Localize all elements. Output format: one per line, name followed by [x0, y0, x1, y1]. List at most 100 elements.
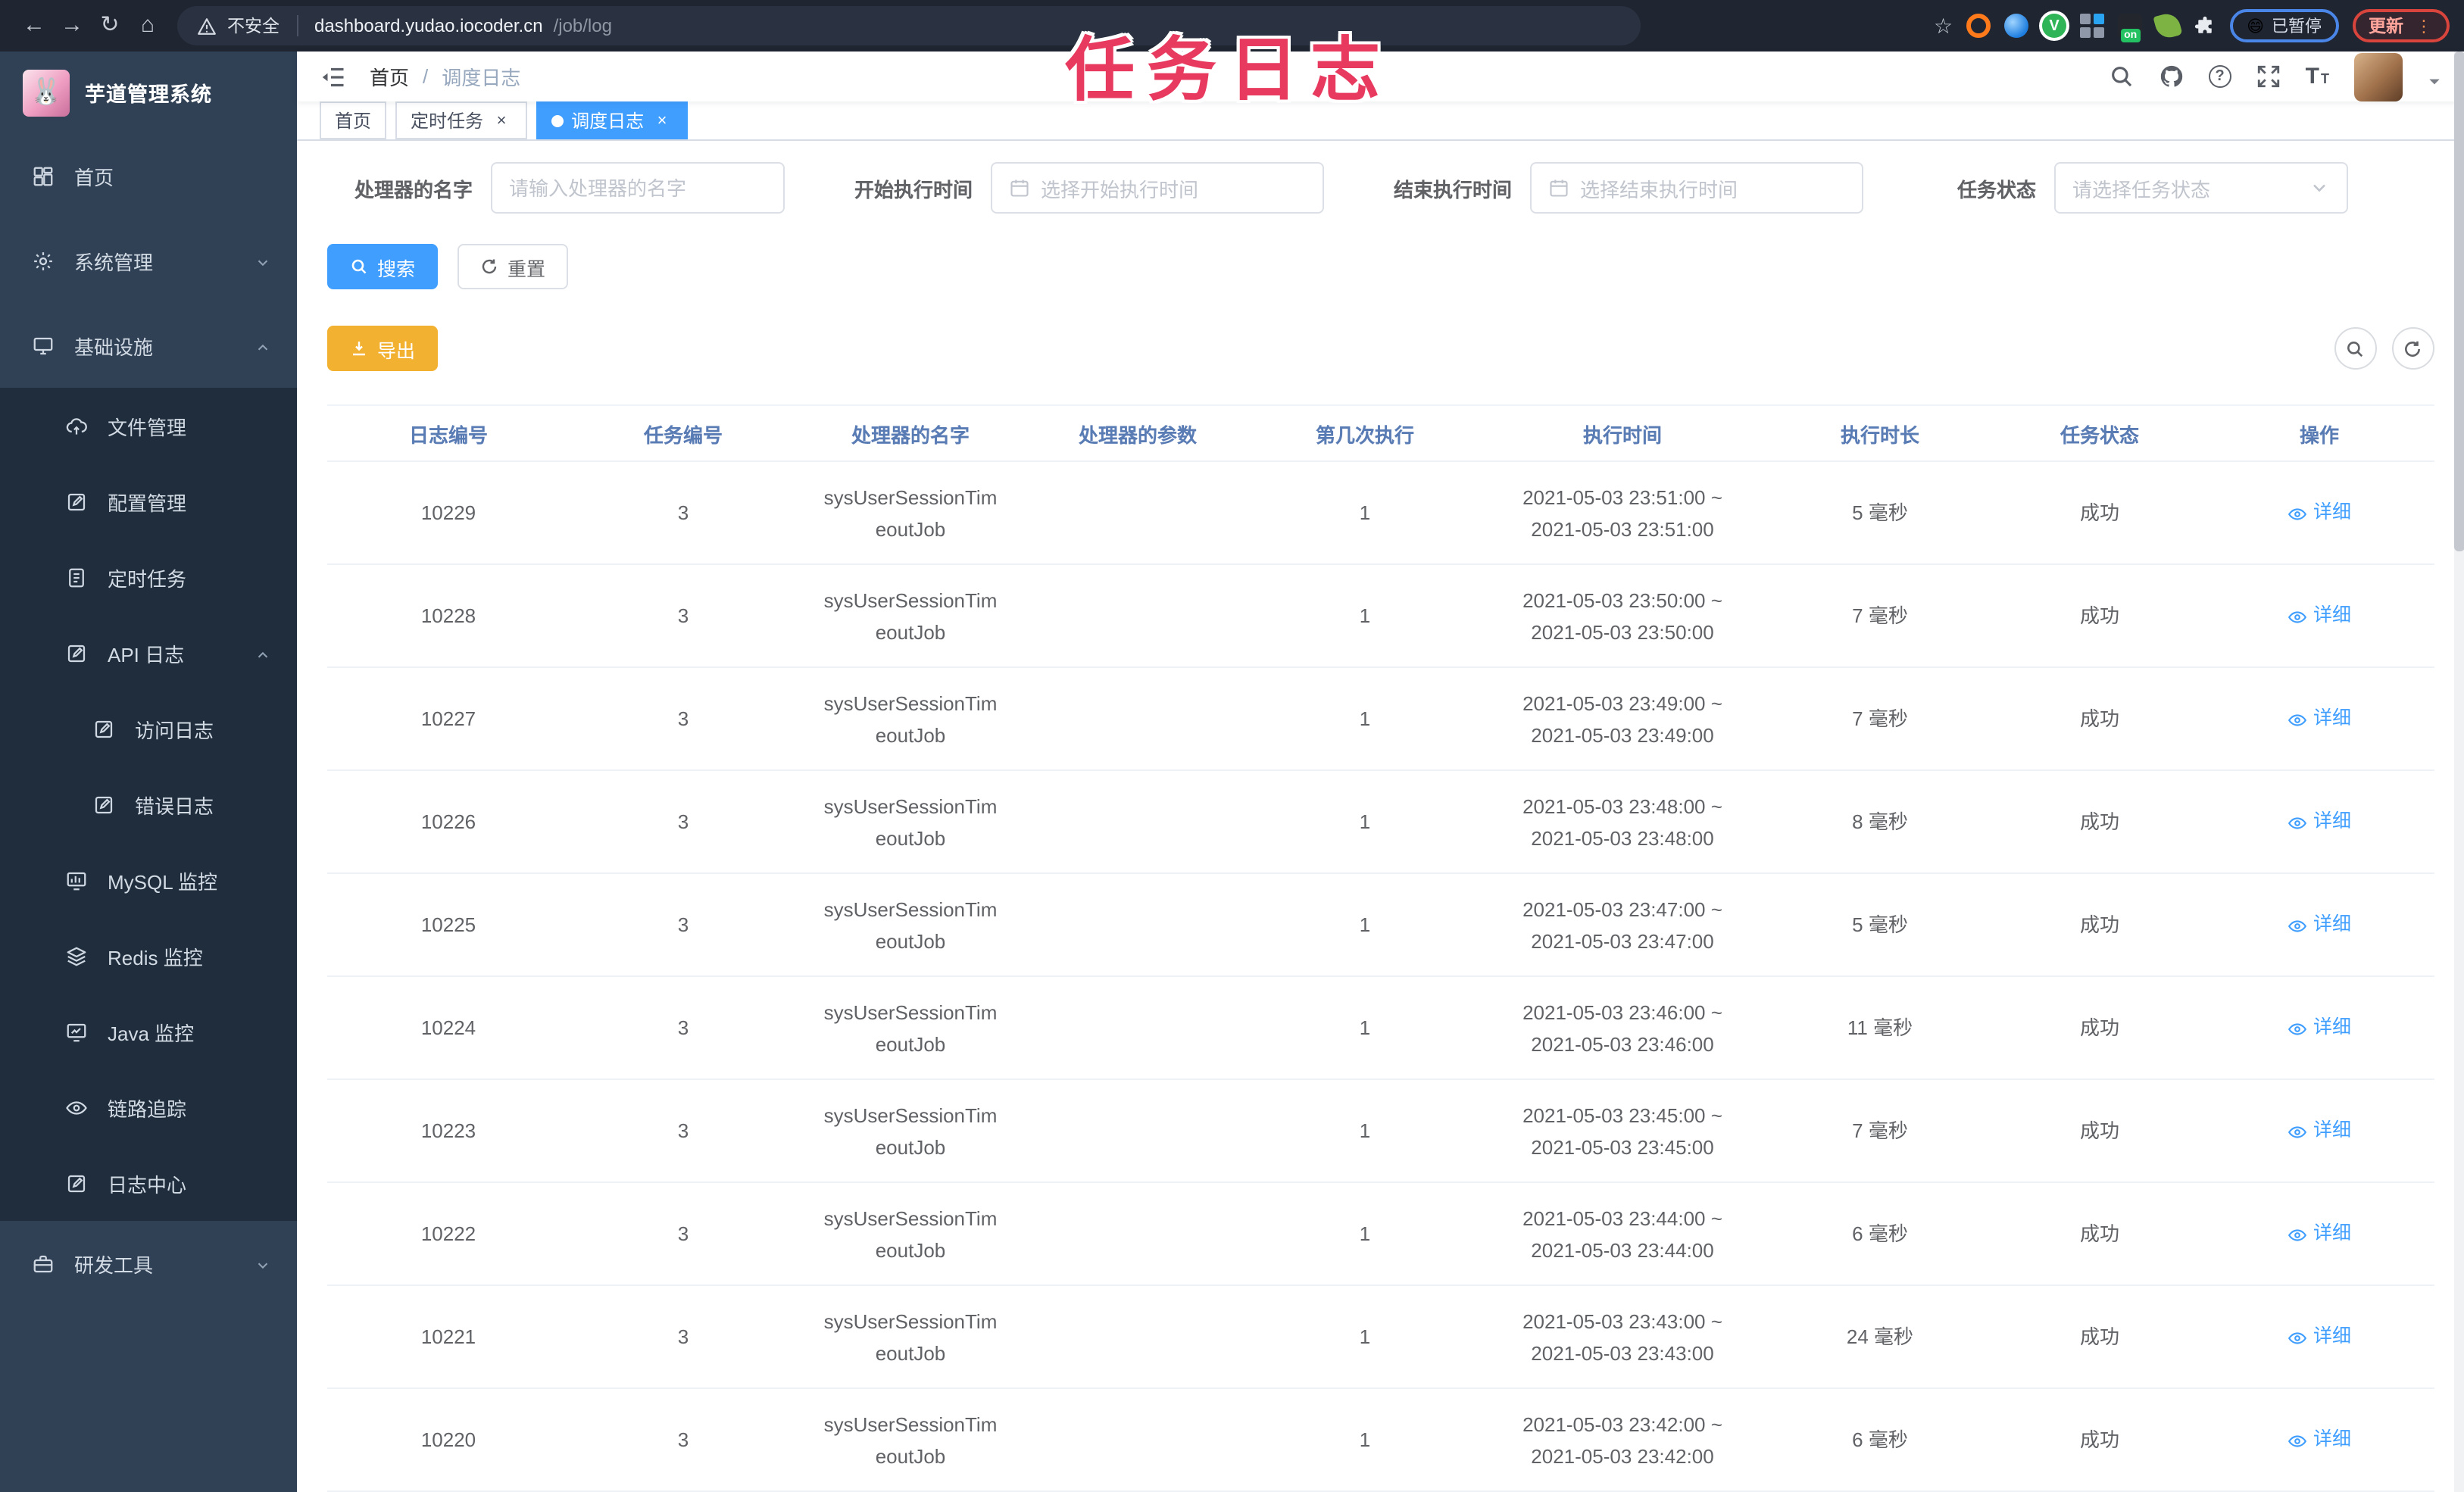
browser-forward-button[interactable]: → — [53, 0, 91, 52]
browser-back-button[interactable]: ← — [15, 0, 53, 52]
extension-green-v-icon[interactable]: V — [2042, 14, 2067, 38]
cell-line: 2021-05-03 23:45:00 ~ — [1522, 1103, 1722, 1126]
sidebar-item-infra[interactable]: 基础设施 — [0, 303, 297, 388]
begin-time-input[interactable]: 选择开始执行时间 — [991, 162, 1324, 214]
cell-line: 2021-05-03 23:49:00 ~ — [1522, 691, 1722, 714]
sidebar-item-api-log[interactable]: API 日志 — [0, 615, 297, 691]
detail-link-label: 详细 — [2313, 1016, 2351, 1038]
sidebar-fold-icon[interactable] — [320, 63, 347, 90]
toggle-search-button[interactable] — [2334, 327, 2376, 370]
table-header-row: 日志编号 任务编号 处理器的名字 处理器的参数 第几次执行 执行时间 执行时长 任务状态 操作 — [327, 406, 2434, 462]
user-avatar[interactable] — [2353, 52, 2402, 101]
cell-execute-time: 2021-05-03 23:43:00 ~ 2021-05-03 23:43:00 — [1479, 1286, 1766, 1387]
sidebar-item-file[interactable]: 文件管理 — [0, 388, 297, 464]
tab-job-log[interactable]: 调度日志 × — [536, 101, 689, 139]
extensions-puzzle-icon[interactable] — [2194, 14, 2216, 37]
reset-button[interactable]: 重置 — [458, 244, 569, 289]
cell-status: 成功 — [1994, 1183, 2206, 1284]
screenshot-stage: ← → ↻ ⌂ 不安全 dashboard.yudao.iocoder.cn/j… — [0, 0, 2464, 1492]
table-row: 10221 3 sysUserSessionTim eoutJob 1 2021-05-0… — [327, 1286, 2434, 1389]
sidebar-item-error-log[interactable]: 错误日志 — [0, 766, 297, 842]
cell-line: 6 毫秒 — [1852, 1428, 1908, 1451]
refresh-table-button[interactable] — [2391, 327, 2434, 370]
sidebar-item-system[interactable]: 系统管理 — [0, 218, 297, 303]
detail-link[interactable]: 详细 — [2288, 909, 2351, 941]
breadcrumb-home[interactable]: 首页 — [370, 62, 409, 91]
github-icon[interactable] — [2159, 64, 2184, 89]
cell-handler-param — [1024, 1286, 1251, 1387]
extension-on-badge-icon[interactable]: on — [2118, 14, 2143, 42]
column-header-7: 任务状态 — [2060, 423, 2139, 446]
browser-reload-button[interactable]: ↻ — [91, 0, 129, 52]
close-tab-icon[interactable]: × — [651, 110, 673, 131]
detail-link[interactable]: 详细 — [2288, 497, 2351, 529]
cell-duration: 11 毫秒 — [1766, 977, 1994, 1078]
dashboard-icon — [32, 164, 55, 187]
cell-handler-name: sysUserSessionTim eoutJob — [797, 1080, 1024, 1181]
sidebar-item-job[interactable]: 定时任务 — [0, 539, 297, 615]
sidebar-item-redis[interactable]: Redis 监控 — [0, 918, 297, 994]
close-tab-icon[interactable]: × — [491, 110, 512, 131]
cell-line: sysUserSessionTim — [823, 897, 998, 920]
detail-link[interactable]: 详细 — [2288, 1012, 2351, 1044]
edit-icon — [92, 793, 115, 816]
detail-link[interactable]: 详细 — [2288, 806, 2351, 838]
help-icon[interactable]: ? — [2208, 65, 2231, 88]
eye-icon — [2288, 1018, 2307, 1038]
bookmark-star-icon[interactable]: ☆ — [1934, 13, 1953, 39]
detail-link[interactable]: 详细 — [2288, 1218, 2351, 1250]
font-size-icon[interactable]: TT — [2306, 65, 2329, 88]
navbar-right-icons: ? TT — [2109, 52, 2441, 101]
cell-line: 1 — [1359, 604, 1371, 627]
tab-home[interactable]: 首页 — [320, 101, 387, 139]
cell-line: sysUserSessionTim — [823, 485, 998, 508]
cell-line: 2021-05-03 23:51:00 — [1531, 517, 1714, 540]
extension-leaf-icon[interactable] — [2153, 11, 2183, 41]
cell-handler-param — [1024, 668, 1251, 769]
sidebar-item-home[interactable]: 首页 — [0, 133, 297, 218]
sidebar-item-mysql[interactable]: MySQL 监控 — [0, 842, 297, 918]
sidebar-item-config[interactable]: 配置管理 — [0, 464, 297, 539]
detail-link[interactable]: 详细 — [2288, 1115, 2351, 1147]
header-search-icon[interactable] — [2109, 64, 2135, 89]
end-time-input[interactable]: 选择结束执行时间 — [1530, 162, 1863, 214]
extension-blue-drop-icon[interactable] — [2004, 14, 2029, 38]
sidebar-item-access-log[interactable]: 访问日志 — [0, 691, 297, 766]
extension-orange-ring-icon[interactable] — [1966, 14, 1991, 38]
sidebar-item-java[interactable]: Java 监控 — [0, 994, 297, 1069]
cell-line: eoutJob — [875, 1444, 946, 1467]
sidebar-logo[interactable]: 🐰 芋道管理系统 — [0, 52, 297, 133]
search-button[interactable]: 搜索 — [327, 244, 439, 289]
tab-label: 调度日志 — [571, 111, 645, 132]
profile-paused-badge[interactable]: 😄 已暂停 — [2230, 9, 2338, 42]
security-label[interactable]: 不安全 — [227, 14, 280, 38]
sidebar-item-log-center[interactable]: 日志中心 — [0, 1145, 297, 1221]
export-button[interactable]: 导出 — [327, 326, 439, 371]
cell-line: 3 — [677, 1016, 689, 1039]
sidebar-item-label: Java 监控 — [108, 1022, 195, 1044]
tab-job[interactable]: 定时任务 × — [395, 101, 528, 139]
extension-grid-icon[interactable] — [2080, 14, 2105, 38]
address-bar[interactable]: 不安全 dashboard.yudao.iocoder.cn/job/log — [177, 6, 1641, 45]
user-menu-caret-icon[interactable] — [2426, 69, 2441, 84]
status-input[interactable]: 请选择任务状态 — [2054, 162, 2348, 214]
eye-icon — [2288, 812, 2307, 832]
browser-update-button[interactable]: 更新 ⋮ — [2352, 9, 2449, 42]
placeholder-text: 请选择任务状态 — [2072, 178, 2211, 201]
cell-status: 成功 — [1994, 1389, 2206, 1490]
eye-icon — [2288, 709, 2307, 729]
detail-link[interactable]: 详细 — [2288, 703, 2351, 735]
fullscreen-icon[interactable] — [2256, 64, 2281, 89]
sidebar-item-dev-tools[interactable]: 研发工具 — [0, 1221, 297, 1306]
cell-line: 2021-05-03 23:44:00 — [1531, 1238, 1714, 1261]
cell-execute-index: 1 — [1251, 1183, 1479, 1284]
sidebar-item-trace[interactable]: 链路追踪 — [0, 1069, 297, 1145]
detail-link[interactable]: 详细 — [2288, 600, 2351, 632]
browser-home-button[interactable]: ⌂ — [129, 0, 167, 52]
handler-name-input[interactable] — [491, 162, 785, 214]
detail-link[interactable]: 详细 — [2288, 1424, 2351, 1456]
handler-name-field[interactable] — [509, 176, 767, 199]
scrollbar-thumb[interactable] — [2453, 52, 2464, 551]
detail-link[interactable]: 详细 — [2288, 1321, 2351, 1353]
browser-menu-dots-icon[interactable]: ⋮ — [2416, 16, 2432, 36]
